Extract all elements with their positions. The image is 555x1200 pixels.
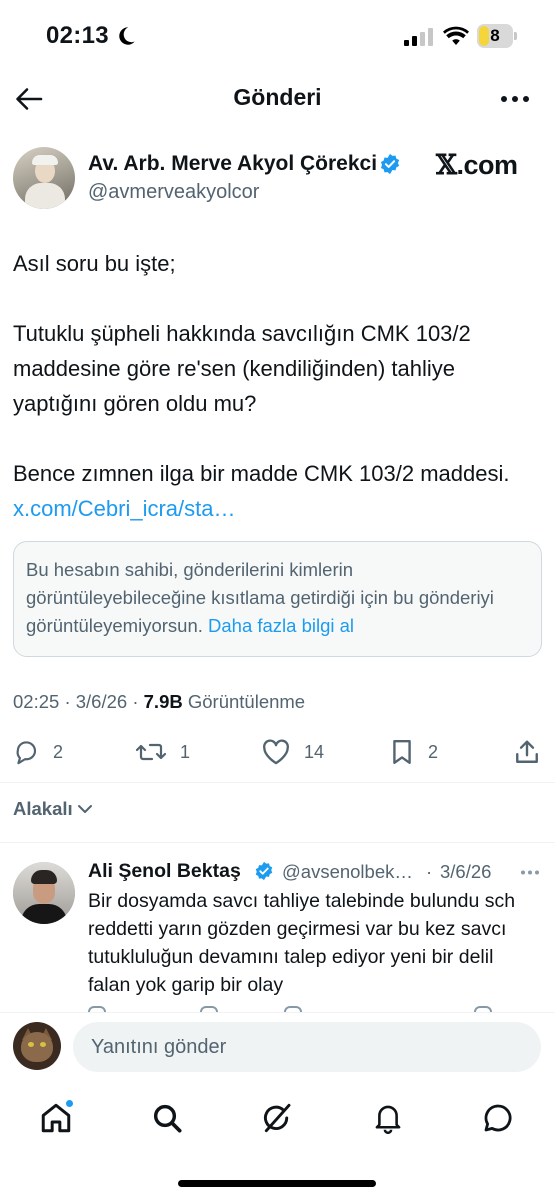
tweet-paragraph: Asıl soru bu işte; bbox=[13, 251, 176, 276]
home-indicator bbox=[178, 1180, 376, 1187]
meta-separator: · bbox=[64, 691, 71, 712]
tweet-text: Asıl soru bu işte; Tutuklu şüpheli hakkı… bbox=[13, 246, 538, 526]
bookmark-button[interactable]: 2 bbox=[390, 734, 438, 770]
author-avatar[interactable] bbox=[13, 147, 75, 209]
tab-grok[interactable] bbox=[255, 1096, 299, 1140]
more-horizontal-icon bbox=[501, 96, 529, 102]
reply-author-handle[interactable]: @avsenolbek… bbox=[282, 861, 413, 883]
repost-icon bbox=[136, 743, 166, 761]
like-count: 14 bbox=[304, 741, 325, 762]
post-date: 3/6/26 bbox=[75, 691, 128, 712]
sort-label: Alakalı bbox=[13, 798, 73, 819]
reply-count: 2 bbox=[53, 741, 64, 762]
reply-date: 3/6/26 bbox=[440, 861, 492, 882]
like-button[interactable]: 14 bbox=[262, 734, 324, 770]
status-bar: 02:13 8 bbox=[0, 0, 555, 74]
tab-search[interactable] bbox=[145, 1096, 189, 1140]
views-count: 7.9B bbox=[143, 691, 183, 712]
x-logo-icon: 𝕏 bbox=[436, 150, 457, 181]
reply-author-avatar[interactable] bbox=[13, 862, 75, 924]
reply-text: Bir dosyamda savcı tahliye talebinde bul… bbox=[88, 890, 516, 996]
chevron-down-icon bbox=[77, 805, 92, 813]
reply-input[interactable]: Yanıtını gönder bbox=[73, 1022, 541, 1072]
reply-icon bbox=[16, 741, 37, 765]
repost-count: 1 bbox=[180, 741, 191, 762]
post-time: 02:25 bbox=[13, 691, 60, 712]
author-handle[interactable]: @avmerveakyolcor bbox=[88, 181, 259, 204]
nav-header: Gönderi bbox=[0, 74, 555, 122]
share-icon bbox=[516, 740, 538, 763]
reply-compose-bar: Yanıtını gönder bbox=[0, 1012, 555, 1082]
messages-icon bbox=[484, 1104, 512, 1132]
heart-icon bbox=[263, 739, 289, 765]
verified-badge-icon bbox=[380, 153, 400, 175]
share-button[interactable] bbox=[514, 734, 540, 770]
tab-home[interactable] bbox=[34, 1096, 78, 1140]
tweet-paragraph: Tutuklu şüpheli hakkında savcılığın CMK … bbox=[13, 321, 471, 416]
tweet-paragraph-text: Bence zımnen ilga bir madde CMK 103/2 ma… bbox=[13, 461, 510, 486]
watermark-suffix: .com bbox=[456, 150, 518, 180]
notification-dot bbox=[65, 1099, 74, 1108]
battery-indicator: 8 bbox=[477, 24, 517, 48]
views-label: Görüntülenme bbox=[187, 691, 306, 712]
moon-icon bbox=[119, 27, 135, 45]
sort-replies-dropdown[interactable]: Alakalı bbox=[13, 798, 93, 820]
wifi-icon bbox=[443, 26, 469, 45]
post-action-bar: 2 1 14 2 bbox=[0, 734, 555, 770]
divider bbox=[0, 782, 555, 783]
page-title: Gönderi bbox=[233, 84, 322, 110]
more-options-button[interactable] bbox=[496, 82, 534, 116]
more-horizontal-icon bbox=[521, 870, 539, 874]
reply-author-name[interactable]: Ali Şenol Bektaş bbox=[88, 860, 241, 883]
repost-button[interactable]: 1 bbox=[136, 734, 190, 770]
search-icon bbox=[153, 1104, 182, 1133]
status-time: 02:13 bbox=[46, 22, 109, 49]
restricted-quote-notice: Bu hesabın sahibi, gönderilerini kimleri… bbox=[13, 541, 542, 657]
battery-percent: 8 bbox=[490, 26, 500, 45]
tab-notifications[interactable] bbox=[366, 1096, 410, 1140]
xcom-watermark: 𝕏.com bbox=[436, 150, 518, 181]
tab-messages[interactable] bbox=[476, 1096, 520, 1140]
reply-more-button[interactable] bbox=[518, 864, 542, 880]
reply-button[interactable]: 2 bbox=[13, 734, 63, 770]
current-user-avatar bbox=[13, 1022, 61, 1070]
meta-separator: · bbox=[132, 691, 139, 712]
bookmark-count: 2 bbox=[428, 741, 439, 762]
divider bbox=[0, 842, 555, 843]
post-meta: 02:25 · 3/6/26 · 7.9B Görüntülenme bbox=[13, 691, 305, 713]
bell-icon bbox=[375, 1105, 401, 1134]
tweet-paragraph: Bence zımnen ilga bir madde CMK 103/2 ma… bbox=[13, 456, 538, 526]
bottom-tab-bar bbox=[0, 1086, 555, 1150]
learn-more-link[interactable]: Daha fazla bilgi al bbox=[208, 615, 354, 636]
grok-icon bbox=[263, 1103, 291, 1133]
bookmark-icon bbox=[393, 739, 411, 765]
cellular-signal-icon bbox=[404, 28, 433, 46]
reply-separator: · bbox=[426, 861, 433, 882]
author-name[interactable]: Av. Arb. Merve Akyol Çörekci bbox=[88, 152, 377, 176]
verified-badge-icon bbox=[255, 861, 273, 881]
tweet-link[interactable]: x.com/Cebri_icra/sta… bbox=[13, 496, 236, 521]
